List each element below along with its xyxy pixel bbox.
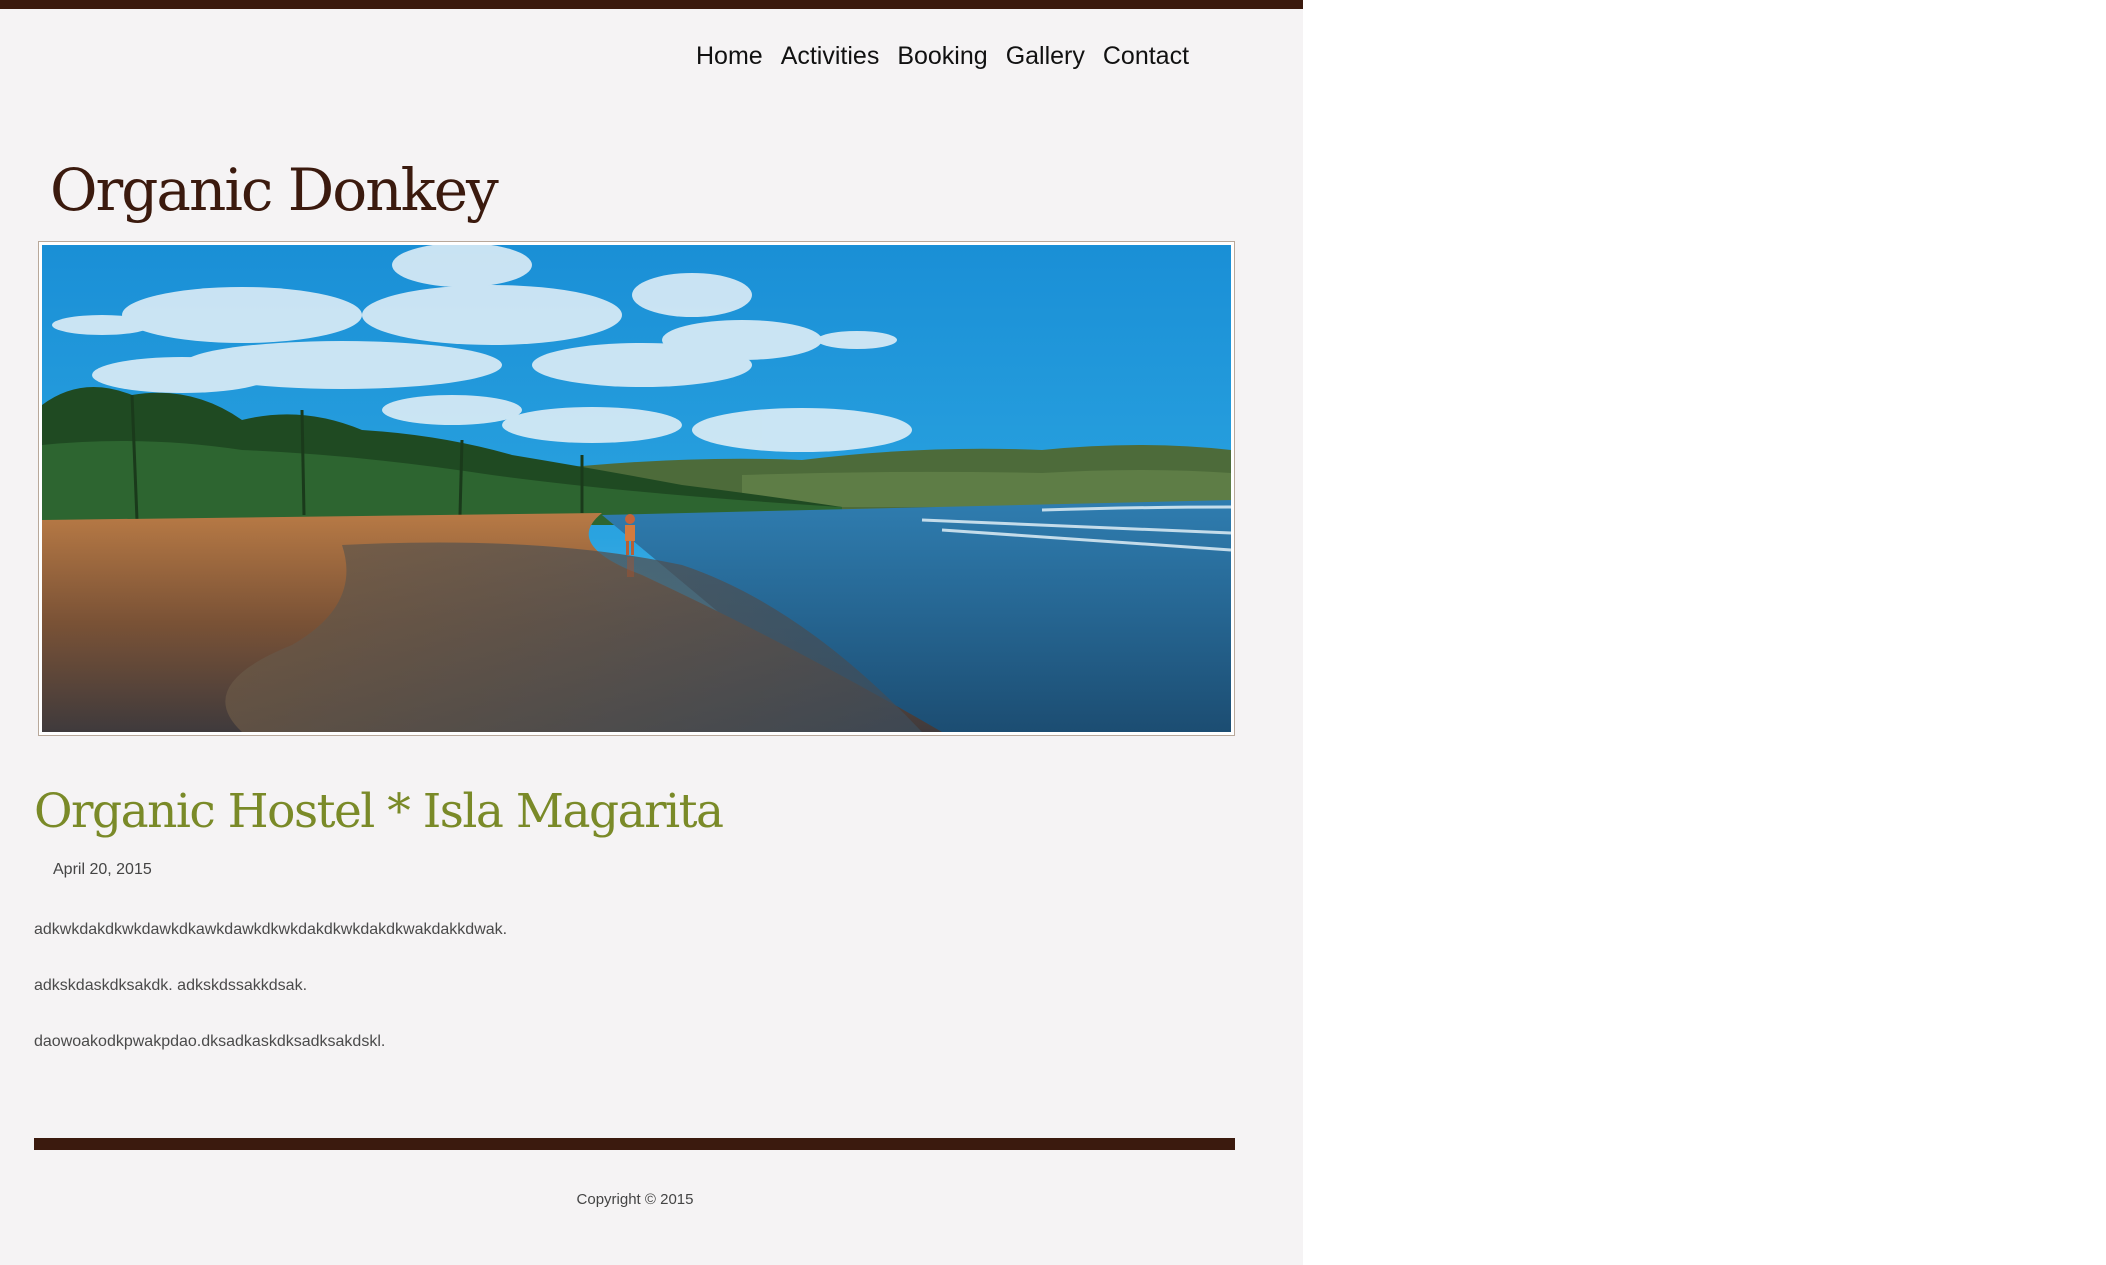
main-nav: Home Activities Booking Gallery Contact [696,38,1207,74]
copyright-text: Copyright © 2015 [576,1191,694,1208]
post-paragraph: adkskdaskdksakdk. adkskdssakkdsak. [34,977,308,994]
post-title[interactable]: Organic Hostel * Isla Magarita [34,772,724,852]
top-bar [0,0,1303,9]
post-paragraph: daowoakodkpwakpdao.dksadkaskdksadksakdsk… [34,1033,386,1050]
footer-divider [34,1138,1235,1150]
post-paragraph: adkwkdakdkwkdawkdkawkdawkdkwkdakdkwkdakd… [34,921,508,938]
post-date: April 20, 2015 [53,861,152,878]
nav-item-gallery[interactable]: Gallery [1006,38,1085,74]
hero-beach-image [42,245,1231,732]
page-container: Home Activities Booking Gallery Contact … [0,0,1303,1265]
nav-item-activities[interactable]: Activities [781,38,880,74]
nav-item-home[interactable]: Home [696,38,763,74]
nav-item-contact[interactable]: Contact [1103,38,1189,74]
site-title[interactable]: Organic Donkey [50,150,499,230]
hero-image-frame [38,241,1235,736]
nav-item-booking[interactable]: Booking [897,38,987,74]
